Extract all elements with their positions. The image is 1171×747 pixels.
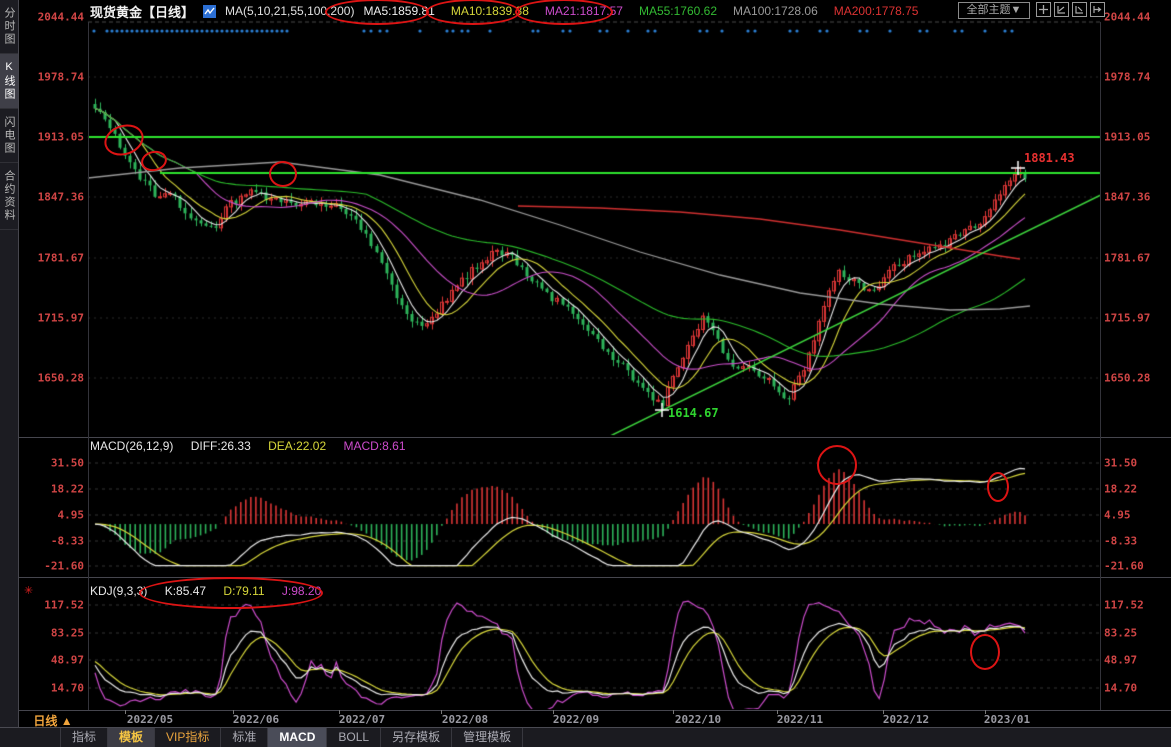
pan-icon[interactable] [1036, 2, 1051, 17]
macd-value: MACD:8.61 [343, 439, 405, 453]
date-label: 2022/06 [233, 713, 279, 726]
date-label: 2022/05 [127, 713, 173, 726]
left-plot-border [88, 22, 89, 710]
axis-label: 1781.67 [18, 252, 84, 265]
date-tick [673, 710, 674, 714]
date-label: 2022/11 [777, 713, 823, 726]
footer-tab-VIP指标[interactable]: VIP指标 [155, 728, 221, 747]
axis-label: 117.52 [18, 599, 84, 612]
macd-name: MACD(26,12,9) [90, 439, 173, 453]
date-label: 2022/08 [442, 713, 488, 726]
axis-label: 83.25 [18, 627, 84, 640]
axis-label: 48.97 [1104, 654, 1170, 667]
axis-label: -21.60 [18, 560, 84, 573]
theme-selector-button[interactable]: 全部主题▼ [958, 2, 1030, 19]
j-value: J:98.20 [282, 584, 321, 598]
date-tick [125, 710, 126, 714]
panel-separator[interactable] [18, 577, 1171, 578]
sidebar-tab-K线图[interactable]: K线图 [0, 54, 18, 109]
axis-label: 14.70 [1104, 682, 1170, 695]
axis-label: 4.95 [18, 509, 84, 522]
footer-tab-管理模板[interactable]: 管理模板 [452, 728, 523, 747]
axis-label: 31.50 [1104, 457, 1170, 470]
ma-value: MA10:1839.38 [451, 4, 529, 18]
axis-label: 4.95 [1104, 509, 1170, 522]
axis-label: 1650.28 [18, 372, 84, 385]
axis-label: 18.22 [18, 483, 84, 496]
bottom-toolbar: 指标模板VIP指标标准MACDBOLL另存模板管理模板 [0, 727, 1171, 747]
left-sidebar: 分时图K线图闪电图合约资料 [0, 0, 19, 747]
date-tick [441, 710, 442, 714]
ma-value: MA200:1778.75 [834, 4, 919, 18]
ma-value: MA21:1817.57 [545, 4, 623, 18]
low-price-label: 1614.67 [668, 406, 719, 420]
footer-tab-标准[interactable]: 标准 [221, 728, 268, 747]
kdj-name: KDJ(9,3,3) [90, 584, 147, 598]
date-label: 2022/10 [675, 713, 721, 726]
date-tick [339, 710, 340, 714]
date-tick [777, 710, 778, 714]
footer-tab-BOLL[interactable]: BOLL [327, 728, 381, 747]
diff-value: DIFF:26.33 [191, 439, 251, 453]
date-tick [233, 710, 234, 714]
date-label: 2022/12 [883, 713, 929, 726]
axis-label: -21.60 [1104, 560, 1170, 573]
axis-label: 1978.74 [18, 71, 84, 84]
footer-tab-另存模板[interactable]: 另存模板 [381, 728, 452, 747]
axis-label: 31.50 [18, 457, 84, 470]
sidebar-tab-合约资料[interactable]: 合约资料 [0, 163, 18, 230]
date-axis-border [18, 710, 1171, 711]
footer-tab-MACD[interactable]: MACD [268, 728, 327, 747]
date-label: 2023/01 [984, 713, 1030, 726]
date-tick [985, 710, 986, 714]
axis-label: 1847.36 [18, 191, 84, 204]
date-label: 2022/07 [339, 713, 385, 726]
axis-label: 1715.97 [1104, 312, 1170, 325]
ma-params-label: MA(5,10,21,55,100,200) [225, 4, 354, 18]
chart-icon [203, 5, 216, 18]
axis-label: 1715.97 [18, 312, 84, 325]
axis-label: -8.33 [18, 535, 84, 548]
ma-values-group: MA5:1859.81 MA10:1839.38 MA21:1817.57 MA55:… [363, 4, 918, 18]
scale-x-icon[interactable] [1054, 2, 1069, 17]
axis-label: 18.22 [1104, 483, 1170, 496]
right-plot-border [1100, 22, 1101, 710]
scale-y-icon[interactable] [1072, 2, 1087, 17]
axis-label: 83.25 [1104, 627, 1170, 640]
dea-value: DEA:22.02 [268, 439, 326, 453]
symbol-title: 现货黄金【日线】 [90, 2, 194, 21]
date-tick [883, 710, 884, 714]
axis-label: 1650.28 [1104, 372, 1170, 385]
trading-app-window: 分时图K线图闪电图合约资料 现货黄金【日线】 MA(5,10,21,55,100… [0, 0, 1171, 747]
alert-icon: ✳ [24, 584, 33, 597]
axis-label: 1781.67 [1104, 252, 1170, 265]
axis-label: 1847.36 [1104, 191, 1170, 204]
kdj-indicator-label: KDJ(9,3,3) K:85.47 D:79.11 J:98.20 [90, 584, 335, 598]
d-value: D:79.11 [223, 584, 264, 598]
ma-value: MA55:1760.62 [639, 4, 717, 18]
axis-label: 1978.74 [1104, 71, 1170, 84]
panel-separator[interactable] [18, 437, 1171, 438]
high-price-label: 1881.43 [1024, 151, 1075, 165]
macd-indicator-label: MACD(26,12,9) DIFF:26.33 DEA:22.02 MACD:… [90, 439, 420, 453]
date-tick [553, 710, 554, 714]
date-label: 2022/09 [553, 713, 599, 726]
ma-value: MA5:1859.81 [363, 4, 434, 18]
k-value: K:85.47 [165, 584, 206, 598]
footer-tab-指标[interactable]: 指标 [60, 728, 108, 747]
sidebar-tab-闪电图[interactable]: 闪电图 [0, 109, 18, 163]
axis-label: 48.97 [18, 654, 84, 667]
sidebar-tab-分时图[interactable]: 分时图 [0, 0, 18, 54]
window-icon-group [1036, 2, 1105, 17]
axis-label: -8.33 [1104, 535, 1170, 548]
exit-chart-icon[interactable] [1090, 2, 1105, 17]
axis-label: 1913.05 [18, 131, 84, 144]
axis-label: 117.52 [1104, 599, 1170, 612]
ma-value: MA100:1728.06 [733, 4, 818, 18]
axis-label: 14.70 [18, 682, 84, 695]
chart-canvas[interactable] [0, 0, 1171, 747]
footer-tab-模板[interactable]: 模板 [108, 728, 155, 747]
axis-label: 1913.05 [1104, 131, 1170, 144]
